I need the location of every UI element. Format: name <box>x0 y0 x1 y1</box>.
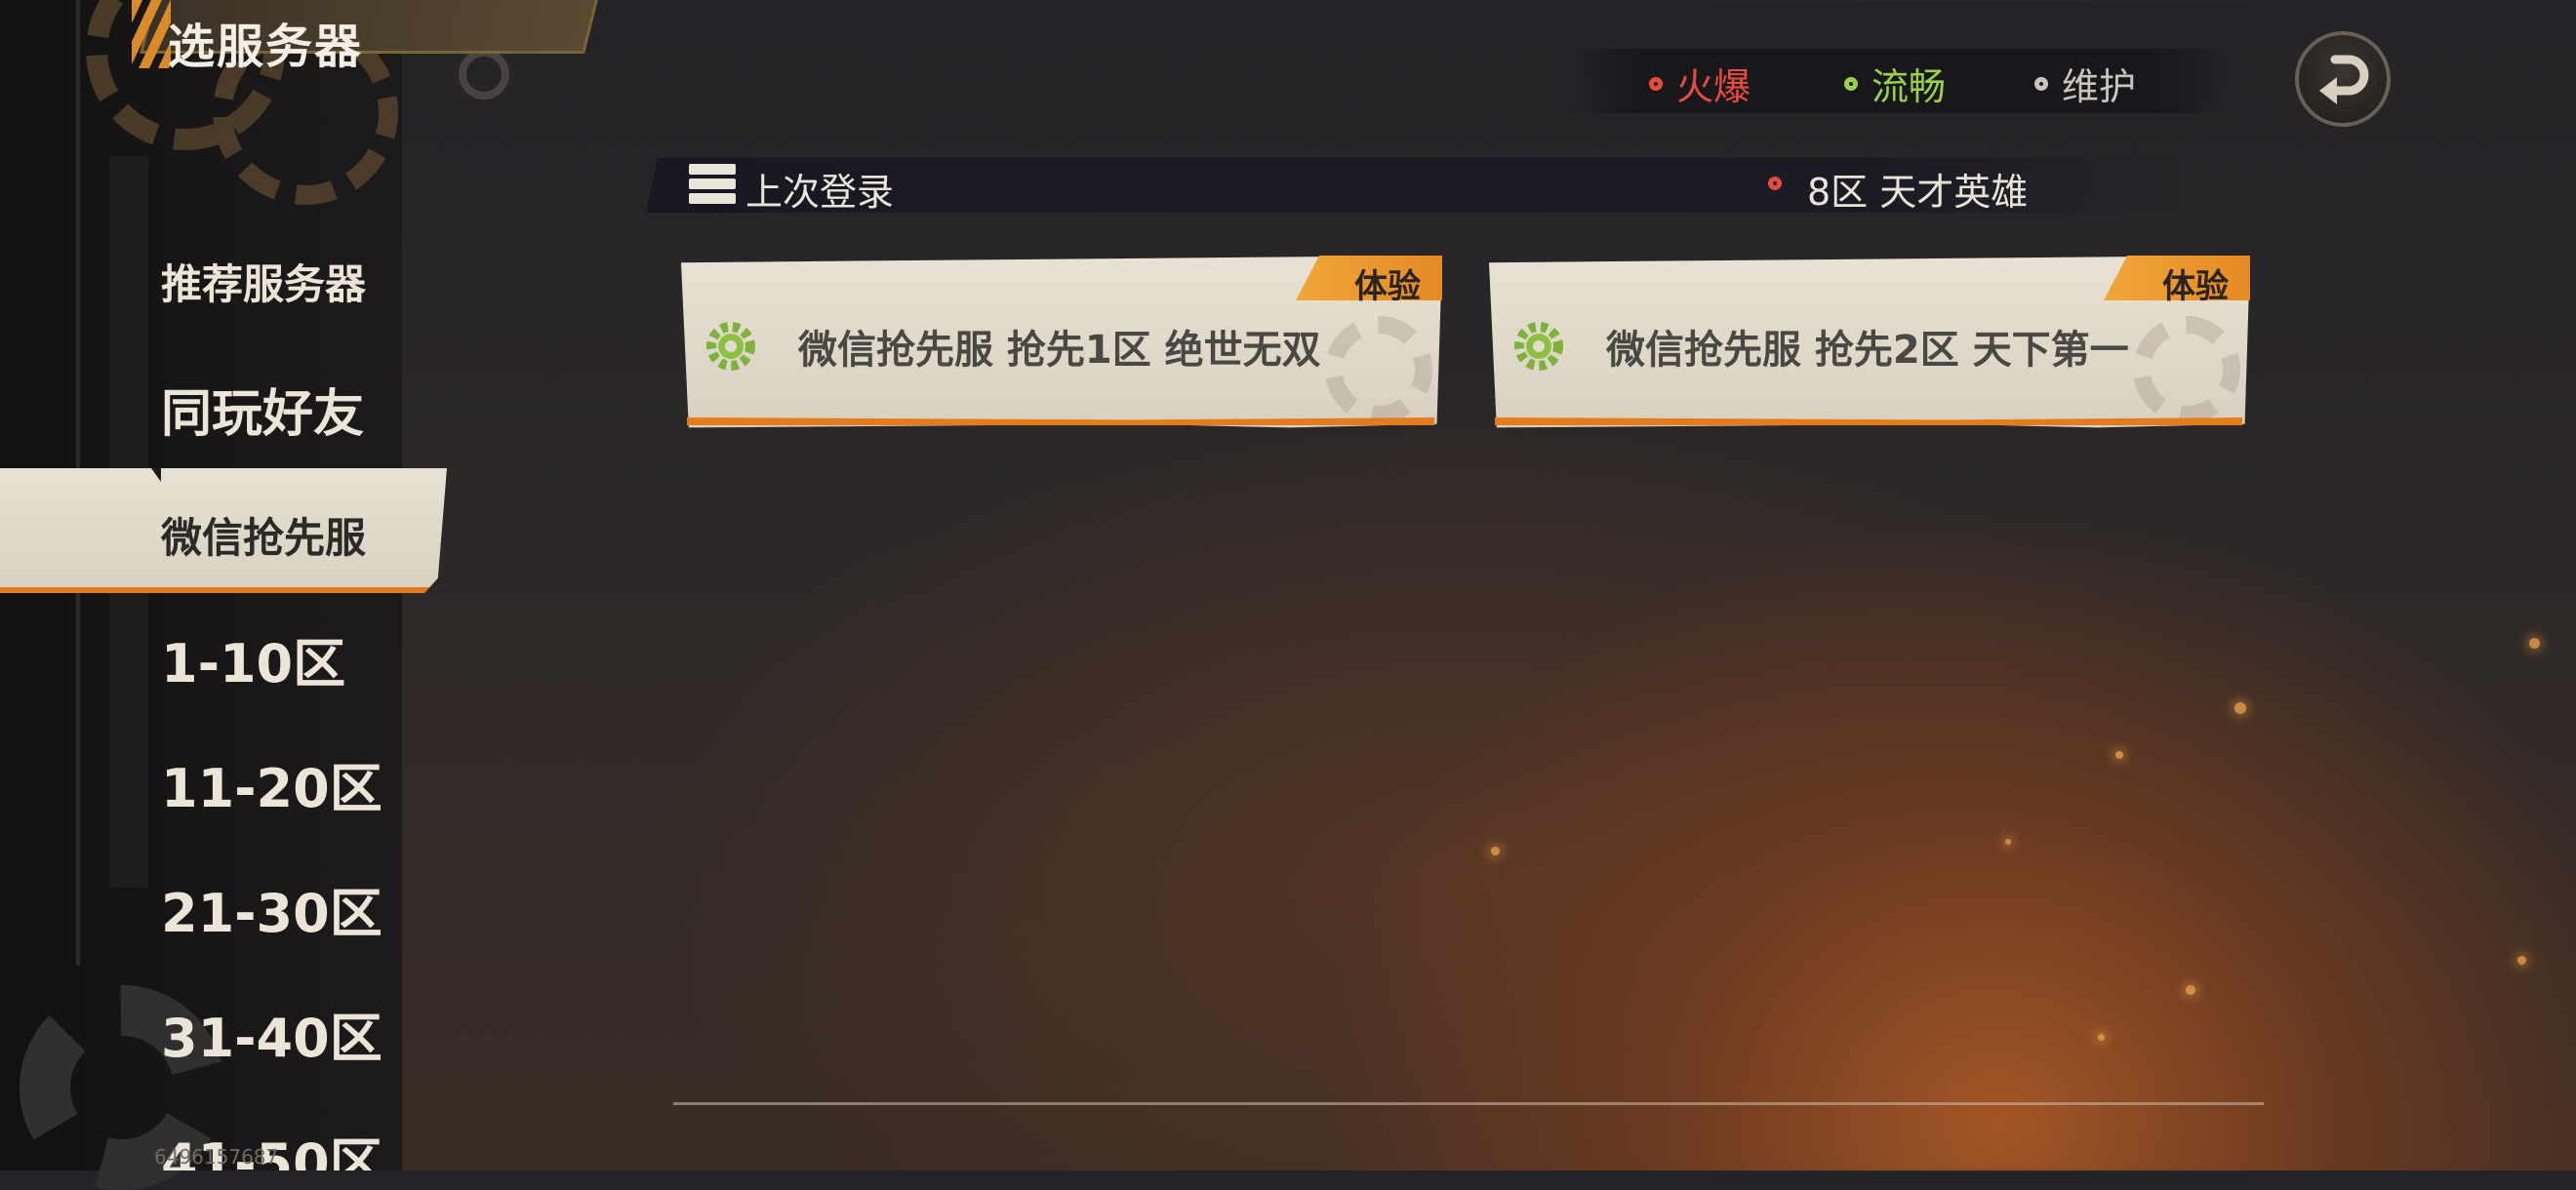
last-login-label: 上次登录 <box>745 171 895 214</box>
sidebar-item-21-30[interactable]: 21-30区 <box>151 870 392 947</box>
legend-smooth: 流畅 <box>1844 57 1946 110</box>
status-legend: 火爆 流畅 维护 <box>1561 49 2234 113</box>
sidebar-item-label: 推荐服务器 <box>161 260 367 308</box>
gear-decoration-icon <box>2133 316 2240 423</box>
sidebar-item-label: 21-30区 <box>161 883 382 944</box>
sidebar-item-1-10[interactable]: 1-10区 <box>151 620 356 697</box>
status-smooth-icon <box>1514 322 1563 371</box>
sidebar-item-11-20[interactable]: 11-20区 <box>151 745 392 822</box>
ember-particle <box>2517 956 2526 965</box>
sidebar-item-label: 同玩好友 <box>161 385 365 444</box>
sidebar-item-31-40[interactable]: 31-40区 <box>151 995 392 1072</box>
title-stripes <box>132 0 171 68</box>
ember-particle <box>1491 847 1500 855</box>
back-arrow-icon <box>2319 55 2369 104</box>
server-name: 微信抢先服 抢先1区 绝世无双 <box>798 328 1321 373</box>
sidebar-item-label: 微信抢先服 <box>161 514 367 562</box>
sidebar-item-label: 1-10区 <box>161 633 346 694</box>
ember-particle <box>2115 751 2123 759</box>
server-card[interactable]: 体验 微信抢先服 抢先1区 绝世无双 <box>681 256 1442 431</box>
legend-label: 维护 <box>2062 65 2137 108</box>
legend-maintain: 维护 <box>2034 57 2136 110</box>
last-login-server[interactable]: 8区 天才英雄 <box>1807 162 2028 216</box>
status-dot-icon <box>1649 76 1663 91</box>
sidebar-item-label: 31-40区 <box>161 1008 382 1069</box>
legend-hot: 火爆 <box>1649 57 1751 110</box>
selected-notch <box>151 468 161 482</box>
back-button[interactable] <box>2295 31 2391 127</box>
status-dot-icon <box>2034 76 2048 91</box>
ember-particle <box>2098 1034 2105 1041</box>
status-dot-icon <box>1768 177 1782 190</box>
status-smooth-icon <box>706 322 755 371</box>
legend-label: 火爆 <box>1676 65 1751 108</box>
ember-particle <box>2234 702 2246 714</box>
ember-particle <box>2186 985 2195 995</box>
experience-tag-label: 体验 <box>2162 267 2229 306</box>
divider <box>673 1102 2264 1105</box>
server-card[interactable]: 体验 微信抢先服 抢先2区 天下第一 <box>1489 256 2250 431</box>
sidebar-item-recommended[interactable]: 推荐服务器 <box>151 252 377 311</box>
legend-label: 流畅 <box>1872 65 1947 108</box>
page-title: 选服务器 <box>168 20 364 74</box>
server-name: 微信抢先服 抢先2区 天下第一 <box>1606 328 2129 373</box>
status-dot-icon <box>1844 76 1858 91</box>
experience-tag-label: 体验 <box>1354 267 1421 306</box>
sidebar-item-label: 11-20区 <box>161 758 382 819</box>
ember-particle <box>2529 638 2540 649</box>
server-list-icon <box>689 164 736 209</box>
build-number: 6496157687 <box>154 1145 279 1169</box>
sidebar-item-friends[interactable]: 同玩好友 <box>151 373 375 446</box>
gear-decoration-icon <box>459 49 509 99</box>
ember-particle <box>2005 839 2011 845</box>
gear-decoration-icon <box>1325 316 1432 423</box>
